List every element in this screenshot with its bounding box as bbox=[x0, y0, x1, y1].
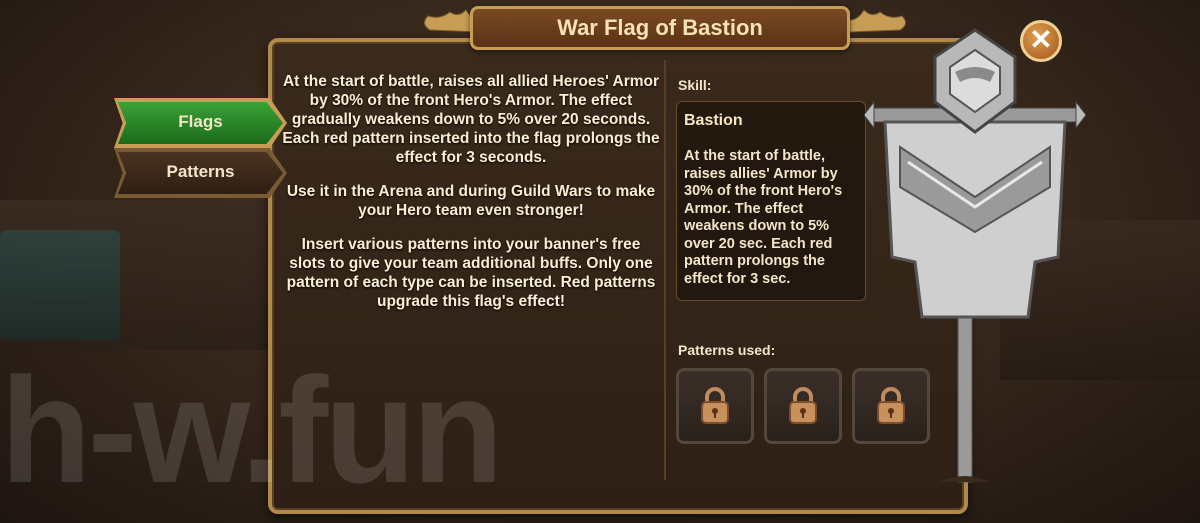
pattern-slot[interactable] bbox=[764, 368, 842, 444]
background-furniture bbox=[0, 230, 120, 340]
description-paragraph: At the start of battle, raises all allie… bbox=[282, 73, 660, 166]
tab-patterns[interactable]: Patterns bbox=[118, 152, 283, 194]
dialog-title: War Flag of Bastion bbox=[470, 6, 850, 50]
skill-name: Bastion bbox=[684, 112, 743, 129]
close-button[interactable]: ✕ bbox=[1020, 20, 1062, 62]
site-watermark: h-w.fun bbox=[0, 346, 504, 514]
lock-icon bbox=[701, 387, 729, 424]
tab-flags[interactable]: Flags bbox=[118, 102, 283, 144]
description-paragraph: Insert various patterns into your banner… bbox=[286, 236, 656, 310]
patterns-used-label: Patterns used: bbox=[678, 342, 776, 358]
flag-description: At the start of battle, raises all allie… bbox=[282, 72, 660, 326]
skill-label: Skill: bbox=[678, 77, 712, 93]
close-icon: ✕ bbox=[1029, 24, 1053, 55]
pattern-slot[interactable] bbox=[676, 368, 754, 444]
column-divider bbox=[664, 60, 666, 480]
description-paragraph: Use it in the Arena and during Guild War… bbox=[286, 183, 656, 219]
right-wing-ornament bbox=[850, 9, 906, 33]
lock-icon bbox=[789, 387, 817, 424]
skill-description: At the start of battle, raises allies' A… bbox=[684, 148, 843, 287]
war-flag-banner-image bbox=[863, 28, 1087, 483]
